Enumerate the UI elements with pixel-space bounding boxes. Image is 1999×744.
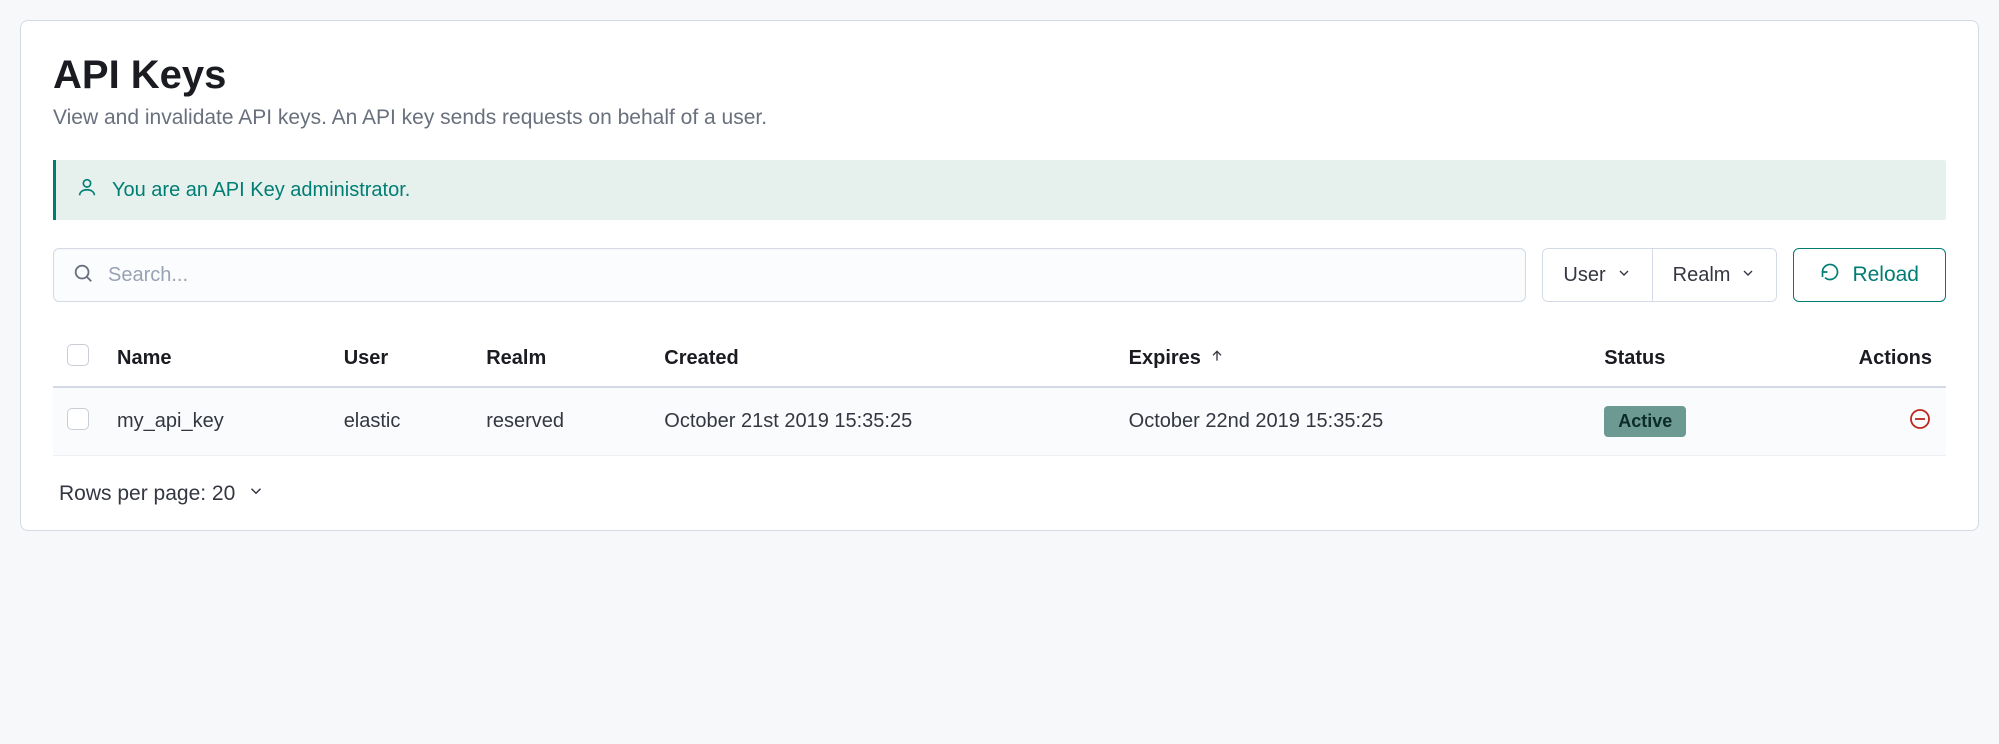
page-panel: API Keys View and invalidate API keys. A… bbox=[20, 20, 1979, 531]
page-subtitle: View and invalidate API keys. An API key… bbox=[53, 106, 1946, 130]
col-name[interactable]: Name bbox=[103, 334, 330, 387]
search-input[interactable] bbox=[106, 263, 1507, 288]
col-user[interactable]: User bbox=[330, 334, 473, 387]
user-admin-icon bbox=[76, 176, 98, 204]
facet-user-button[interactable]: User bbox=[1543, 249, 1651, 301]
facet-realm-label: Realm bbox=[1673, 264, 1731, 287]
status-badge: Active bbox=[1604, 406, 1686, 437]
chevron-down-icon bbox=[1616, 264, 1632, 287]
col-status[interactable]: Status bbox=[1590, 334, 1775, 387]
controls-row: User Realm Reload bbox=[53, 248, 1946, 302]
facet-group: User Realm bbox=[1542, 248, 1777, 302]
chevron-down-icon bbox=[247, 482, 265, 506]
cell-status: Active bbox=[1590, 387, 1775, 456]
col-expires-label: Expires bbox=[1129, 347, 1201, 370]
cell-created: October 21st 2019 15:35:25 bbox=[650, 387, 1114, 456]
cell-user: elastic bbox=[330, 387, 473, 456]
invalidate-icon[interactable] bbox=[1908, 414, 1932, 436]
callout-text: You are an API Key administrator. bbox=[112, 179, 410, 202]
page-title: API Keys bbox=[53, 53, 1946, 98]
sort-asc-icon bbox=[1209, 347, 1225, 370]
search-icon bbox=[72, 262, 94, 289]
cell-realm: reserved bbox=[472, 387, 650, 456]
table-row: my_api_key elastic reserved October 21st… bbox=[53, 387, 1946, 456]
cell-actions bbox=[1775, 387, 1946, 456]
col-actions: Actions bbox=[1775, 334, 1946, 387]
reload-label: Reload bbox=[1852, 263, 1919, 287]
admin-callout: You are an API Key administrator. bbox=[53, 160, 1946, 220]
reload-button[interactable]: Reload bbox=[1793, 248, 1946, 302]
select-all-checkbox[interactable] bbox=[67, 344, 89, 366]
rows-per-page[interactable]: Rows per page: 20 bbox=[59, 482, 1946, 506]
facet-user-label: User bbox=[1563, 264, 1605, 287]
row-checkbox[interactable] bbox=[67, 408, 89, 430]
chevron-down-icon bbox=[1740, 264, 1756, 287]
col-realm[interactable]: Realm bbox=[472, 334, 650, 387]
api-keys-table: Name User Realm Created Expires Status A… bbox=[53, 334, 1946, 456]
rows-per-page-label: Rows per page: 20 bbox=[59, 482, 235, 506]
col-created[interactable]: Created bbox=[650, 334, 1114, 387]
search-box[interactable] bbox=[53, 248, 1526, 302]
reload-icon bbox=[1820, 262, 1840, 288]
cell-name: my_api_key bbox=[103, 387, 330, 456]
col-expires[interactable]: Expires bbox=[1115, 334, 1591, 387]
facet-realm-button[interactable]: Realm bbox=[1652, 249, 1777, 301]
cell-expires: October 22nd 2019 15:35:25 bbox=[1115, 387, 1591, 456]
